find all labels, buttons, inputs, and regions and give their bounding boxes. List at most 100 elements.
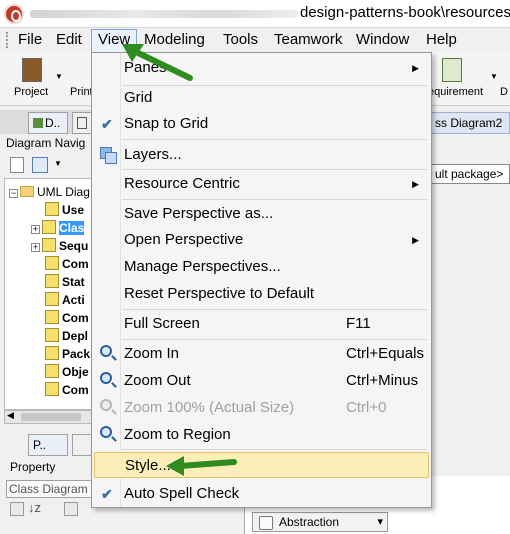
menu-item-zoom-in[interactable]: Zoom In Ctrl+Equals bbox=[94, 341, 429, 367]
menu-window[interactable]: Window bbox=[350, 30, 415, 50]
property-element-select[interactable]: Class Diagram bbox=[6, 480, 96, 498]
collapse-icon[interactable]: − bbox=[9, 189, 18, 198]
model-explorer-icon bbox=[77, 117, 87, 129]
menu-item-open-perspective[interactable]: Open Perspective ▶ bbox=[94, 227, 429, 253]
tree-item[interactable]: Com bbox=[45, 255, 89, 273]
diagram-navigator-title: Diagram Navig bbox=[6, 136, 86, 150]
abstraction-select[interactable]: Abstraction bbox=[252, 512, 388, 532]
layers-icon bbox=[100, 147, 117, 164]
diagram-icon bbox=[42, 238, 56, 252]
requirement-icon[interactable] bbox=[442, 58, 462, 82]
requirement-label: equirement bbox=[428, 86, 484, 98]
diagram-icon bbox=[45, 364, 59, 378]
checkmark-icon: ✔ bbox=[101, 116, 113, 132]
tree-item[interactable]: Acti bbox=[45, 291, 85, 309]
menu-item-resource-centric[interactable]: Resource Centric ▶ bbox=[94, 171, 429, 197]
tree-item[interactable]: Com bbox=[45, 381, 89, 399]
annotation-arrow-view bbox=[122, 44, 193, 81]
menu-item-layers[interactable]: Layers... bbox=[94, 142, 429, 168]
project-icon[interactable] bbox=[22, 58, 42, 82]
menu-separator bbox=[122, 199, 427, 200]
tree-item[interactable]: Stat bbox=[45, 273, 85, 291]
menu-item-save-perspective[interactable]: Save Perspective as... bbox=[94, 201, 429, 227]
menu-item-reset-perspective[interactable]: Reset Perspective to Default bbox=[94, 281, 429, 307]
categorized-icon[interactable] bbox=[10, 502, 24, 516]
diagram-tree[interactable]: − UML Diag Use + Clas + Sequ Com Stat Acti … bbox=[4, 178, 96, 410]
checkmark-icon: ✔ bbox=[101, 486, 113, 502]
app-logo-icon[interactable] bbox=[4, 4, 24, 24]
d-label: D bbox=[500, 86, 508, 98]
menu-edit[interactable]: Edit bbox=[50, 30, 88, 50]
tree-item[interactable]: Com bbox=[45, 309, 89, 327]
menu-item-zoom-actual: Zoom 100% (Actual Size) Ctrl+0 bbox=[94, 395, 429, 421]
menu-item-style[interactable]: Style... bbox=[94, 452, 429, 478]
diagram-icon bbox=[42, 220, 56, 234]
tab-class-diagram2[interactable]: ss Diagram2 bbox=[430, 112, 510, 134]
menu-tools[interactable]: Tools bbox=[217, 30, 264, 50]
folder-icon bbox=[20, 186, 34, 197]
diagram-icon bbox=[45, 274, 59, 288]
sort-alpha-icon[interactable]: ↓z bbox=[28, 500, 41, 515]
expand-icon[interactable]: + bbox=[31, 225, 40, 234]
menu-item-manage-perspectives[interactable]: Manage Perspectives... bbox=[94, 254, 429, 280]
annotation-arrow-style bbox=[166, 456, 237, 476]
menu-item-zoom-out[interactable]: Zoom Out Ctrl+Minus bbox=[94, 368, 429, 394]
print-label: Print bbox=[70, 86, 93, 98]
diagram-icon bbox=[45, 346, 59, 360]
diagram-icon bbox=[45, 382, 59, 396]
zoom-out-icon bbox=[100, 372, 112, 384]
window-title: design-patterns-book\resources bbox=[300, 4, 510, 21]
tree-horizontal-scrollbar[interactable]: ◀ bbox=[4, 410, 96, 424]
menu-separator bbox=[122, 169, 427, 170]
tree-item[interactable]: + Sequ bbox=[31, 237, 88, 255]
scroll-left-icon[interactable]: ◀ bbox=[7, 410, 14, 421]
blurred-title-region bbox=[30, 10, 298, 18]
diagram-icon bbox=[45, 292, 59, 306]
menu-item-grid[interactable]: Grid bbox=[94, 85, 429, 111]
tree-item[interactable]: Use bbox=[45, 201, 84, 219]
menu-separator bbox=[122, 449, 427, 450]
expand-icon[interactable]: + bbox=[31, 243, 40, 252]
menu-item-zoom-region[interactable]: Zoom to Region bbox=[94, 422, 429, 448]
menu-help[interactable]: Help bbox=[420, 30, 463, 50]
menu-file[interactable]: File bbox=[12, 30, 48, 50]
property-tabs: P.. bbox=[28, 434, 96, 456]
zoom-actual-icon bbox=[100, 399, 112, 411]
tab-property[interactable]: P.. bbox=[28, 434, 68, 456]
zoom-in-icon bbox=[100, 345, 112, 357]
menu-bar: File Edit View Modeling Tools Teamwork W… bbox=[0, 28, 510, 52]
requirement-dropdown-icon[interactable]: ▼ bbox=[490, 72, 498, 81]
scroll-thumb[interactable] bbox=[21, 413, 81, 421]
new-diagram-icon[interactable] bbox=[10, 157, 24, 173]
title-bar: design-patterns-book\resources bbox=[0, 0, 510, 28]
navigator-toolbar: ▼ bbox=[6, 154, 96, 176]
tree-item[interactable]: Obje bbox=[45, 363, 89, 381]
menu-separator bbox=[122, 139, 427, 140]
diagram-icon bbox=[45, 310, 59, 324]
tree-item[interactable]: Pack bbox=[45, 345, 90, 363]
property-panel-title: Property bbox=[10, 460, 56, 474]
tree-structure-icon[interactable] bbox=[32, 157, 48, 173]
left-panel-tabs: D.. bbox=[0, 110, 96, 134]
submenu-arrow-icon: ▶ bbox=[412, 179, 419, 189]
tree-item[interactable]: Depl bbox=[45, 327, 88, 345]
property-toolbar: ↓z bbox=[6, 500, 96, 520]
diagram-icon bbox=[45, 202, 59, 216]
property-option-icon[interactable] bbox=[64, 502, 78, 516]
menu-item-auto-spell-check[interactable]: ✔ Auto Spell Check bbox=[94, 481, 429, 507]
menu-teamwork[interactable]: Teamwork bbox=[268, 30, 348, 50]
diagram-icon bbox=[45, 328, 59, 342]
menu-item-full-screen[interactable]: Full Screen F11 bbox=[94, 311, 429, 337]
submenu-arrow-icon: ▶ bbox=[412, 63, 419, 73]
tab-diagram-navigator[interactable]: D.. bbox=[28, 112, 68, 134]
diagram-navigator-icon bbox=[33, 118, 43, 128]
menu-separator bbox=[122, 339, 427, 340]
menubar-grip[interactable] bbox=[6, 32, 9, 48]
menu-item-snap-to-grid[interactable]: ✔ Snap to Grid bbox=[94, 111, 429, 137]
menu-separator bbox=[122, 309, 427, 310]
tree-item[interactable]: + Clas bbox=[31, 219, 85, 237]
package-select[interactable]: ult package> bbox=[430, 164, 510, 184]
tree-dropdown-icon[interactable]: ▼ bbox=[54, 159, 62, 168]
tree-root[interactable]: − UML Diag bbox=[9, 183, 90, 201]
project-dropdown-icon[interactable]: ▼ bbox=[55, 72, 63, 81]
